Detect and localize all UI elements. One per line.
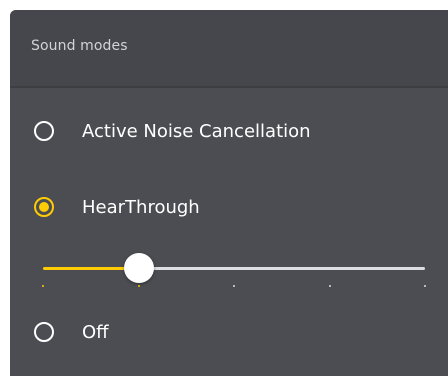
- radio-button-selected[interactable]: [34, 197, 54, 217]
- option-label: Active Noise Cancellation: [82, 120, 311, 142]
- option-hearthrough[interactable]: HearThrough: [10, 185, 448, 229]
- option-active-noise-cancellation[interactable]: Active Noise Cancellation: [10, 109, 448, 153]
- slider-track[interactable]: [138, 267, 425, 270]
- option-label: HearThrough: [82, 196, 200, 218]
- panel-header: Sound modes: [10, 10, 448, 88]
- slider-tick: [328, 285, 331, 287]
- option-off[interactable]: Off: [10, 310, 448, 354]
- slider-thumb[interactable]: [123, 253, 154, 283]
- slider-tick: [42, 285, 44, 287]
- radio-button[interactable]: [34, 121, 54, 141]
- slider-tick: [137, 285, 140, 287]
- slider-tick: [424, 285, 426, 287]
- hearthrough-level-slider[interactable]: [42, 250, 426, 300]
- radio-button[interactable]: [34, 322, 54, 342]
- option-label: Off: [82, 321, 109, 343]
- slider-tick: [233, 285, 235, 287]
- sound-modes-panel: Sound modes Active Noise Cancellation He…: [10, 10, 448, 376]
- panel-title: Sound modes: [31, 38, 128, 54]
